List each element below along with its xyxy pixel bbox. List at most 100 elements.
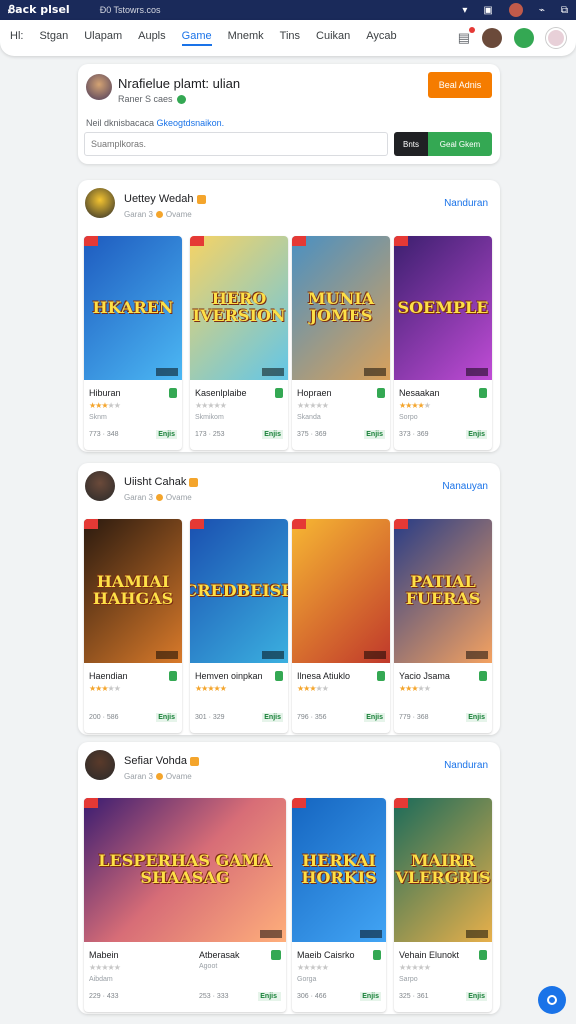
game-tile[interactable]: MUNIA JOMES Hopraen ★★★★★ Skanda 375 · 3… (292, 236, 390, 450)
hero-sub-text: Raner S caes (118, 94, 173, 104)
android-icon (169, 671, 177, 681)
get-button[interactable]: Enjis (466, 992, 487, 1001)
avatar[interactable] (508, 3, 523, 17)
game-art[interactable]: HERKAI HORKIS (292, 798, 386, 942)
tab-5[interactable]: Mnemk (228, 30, 264, 46)
game-art[interactable]: PATIAL FUERAS (394, 519, 492, 663)
see-more-link[interactable]: Nanduran (444, 760, 488, 771)
link-icon[interactable]: ⌁ (539, 5, 545, 16)
section-title: Sefiar Vohda (124, 755, 199, 767)
android-icon (169, 388, 177, 398)
tab-8[interactable]: Aycab (366, 30, 396, 46)
filter-button[interactable]: Bnts (394, 132, 428, 156)
game-art[interactable]: MAIRR VLERGRIS (394, 798, 492, 942)
dot-icon (155, 494, 163, 502)
fab-button[interactable] (538, 986, 566, 1014)
avatar (86, 74, 112, 100)
action-button[interactable]: Beal Adnis (428, 72, 492, 98)
star-rating: ★★★★★ (89, 401, 121, 410)
game-price: 325 · 361 (399, 993, 429, 1000)
rating-tag (262, 651, 284, 659)
android-icon (377, 671, 385, 681)
game-art[interactable]: HAMIAI HAHGAS (84, 519, 182, 663)
game-art[interactable]: SOEMPLE (394, 236, 492, 380)
star-rating: ★★★★★ (399, 401, 431, 410)
game-tile[interactable]: MAIRR VLERGRIS Vehain Elunokt ★★★★★ Sarp… (394, 798, 492, 1012)
game-tile[interactable]: PATIAL FUERAS Yacio Jsama ★★★★★ 779 · 36… (394, 519, 492, 733)
get-button[interactable]: Enjis (466, 430, 487, 439)
game-name: Maeib Caisrko (297, 950, 355, 960)
game-art[interactable]: MUNIA JOMES (292, 236, 390, 380)
game-art-title: MUNIA JOMES (307, 289, 375, 325)
android-icon (479, 950, 487, 960)
profile-avatar[interactable] (482, 28, 502, 48)
dot-icon (155, 211, 163, 219)
game-tile[interactable]: Ilnesa Atiuklo ★★★★★ 796 · 356 Enjis (292, 519, 390, 733)
game-name: Hiburan (89, 388, 121, 398)
get-button[interactable]: Enjis (262, 430, 283, 439)
game-art[interactable] (292, 519, 390, 663)
game-tile-info[interactable]: Atberasak Agoot 253 · 333 Enjis (194, 950, 284, 1012)
game-name: Ilnesa Atiuklo (297, 671, 351, 681)
get-button[interactable]: Enjis (360, 992, 381, 1001)
game-price: 173 · 253 (195, 431, 225, 438)
window-icon[interactable]: ⧉ (561, 5, 568, 16)
prompt-link[interactable]: Gkeogtdsnaikon. (157, 118, 225, 128)
get-button[interactable]: Enjis (156, 713, 177, 722)
rating-tag (156, 651, 178, 659)
avatar (85, 188, 115, 218)
game-price: 375 · 369 (297, 431, 327, 438)
see-more-link[interactable]: Nanauyan (442, 481, 488, 492)
game-art[interactable]: CREDBEISE (190, 519, 288, 663)
tab-3[interactable]: Aupls (138, 30, 166, 46)
game-tile[interactable]: CREDBEISE Hemven oinpkan ★★★★★ 301 · 329… (190, 519, 288, 733)
section-title-text: Uettey Wedah (124, 193, 194, 205)
wifi-icon: ▾ (462, 4, 468, 16)
game-tile[interactable]: HERO IVERSION Kasenlplaibe ★★★★★ Skmikom… (190, 236, 288, 450)
tab-2[interactable]: Ulapam (84, 30, 122, 46)
game-tile[interactable]: HKAREN Hiburan ★★★★★ Sknm 773 · 348 Enji… (84, 236, 182, 450)
section-title-text: Uiisht Cahak (124, 476, 187, 488)
game-price: 301 · 329 (195, 714, 225, 721)
notification-icon[interactable]: ▤ (458, 27, 475, 46)
status-dot[interactable] (514, 28, 534, 48)
tag-icon (292, 236, 306, 246)
get-button[interactable]: Enjis (364, 713, 385, 722)
game-art[interactable]: HERO IVERSION (190, 236, 288, 380)
avatar (85, 471, 115, 501)
android-icon (479, 388, 487, 398)
tag-icon (394, 519, 408, 529)
tag-icon (84, 519, 98, 529)
url-text: Đ0 Tstowrs.cos (99, 5, 161, 15)
see-more-link[interactable]: Nanduran (444, 198, 488, 209)
star-rating: ★★★★★ (195, 401, 227, 410)
search-input[interactable] (84, 132, 388, 156)
search-button[interactable]: Geal Gkem (428, 132, 492, 156)
tab-6[interactable]: Tins (280, 30, 300, 46)
tag-icon (292, 798, 306, 808)
image-icon[interactable]: ▣ (483, 5, 492, 16)
star-rating: ★★★★★ (297, 684, 329, 693)
get-button[interactable]: Enjis (364, 430, 385, 439)
game-tile[interactable]: HAMIAI HAHGAS Haendian ★★★★★ 200 · 586 E… (84, 519, 182, 733)
game-name: Mabein (89, 950, 119, 960)
game-tile[interactable]: HERKAI HORKIS Maeib Caisrko ★★★★★ Gorga … (292, 798, 386, 1012)
tab-0[interactable]: Hl: (10, 30, 23, 46)
get-button[interactable]: Enjis (258, 992, 279, 1001)
star-rating: ★★★★★ (195, 684, 227, 693)
badge-icon (190, 756, 199, 766)
tab-1[interactable]: Stgan (39, 30, 68, 46)
get-button[interactable]: Enjis (466, 713, 487, 722)
get-button[interactable]: Enjis (156, 430, 177, 439)
game-art[interactable]: HKAREN (84, 236, 182, 380)
game-price: 373 · 369 (399, 431, 429, 438)
tab-7[interactable]: Cuikan (316, 30, 350, 46)
game-art-title: PATIAL FUERAS (405, 572, 481, 608)
section-subtitle: Garan 3 Ovame (124, 772, 192, 781)
get-button[interactable]: Enjis (262, 713, 283, 722)
tab-4[interactable]: Game (181, 30, 212, 46)
game-tile[interactable]: SOEMPLE Nesaakan ★★★★★ Sorpo 373 · 369 E… (394, 236, 492, 450)
star-rating: ★★★★★ (399, 684, 431, 693)
account-button[interactable] (546, 28, 566, 48)
badge-icon (189, 477, 199, 487)
